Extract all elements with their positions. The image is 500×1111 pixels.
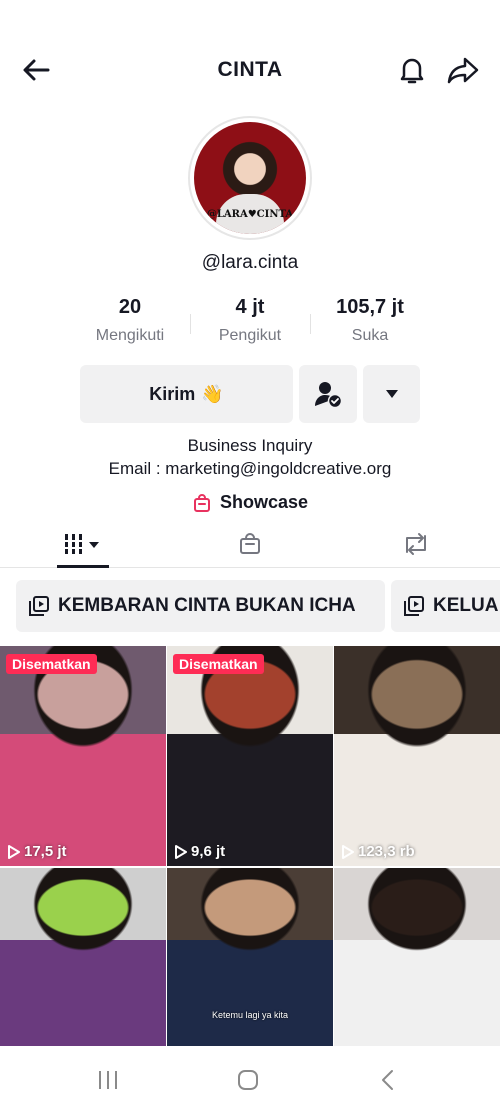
share-icon[interactable] bbox=[446, 54, 480, 86]
message-button-label: Kirim bbox=[149, 383, 196, 404]
bio-line: Business Inquiry bbox=[187, 436, 313, 455]
message-button[interactable]: Kirim 👋 bbox=[80, 365, 293, 423]
recent-apps-icon[interactable] bbox=[93, 1068, 123, 1092]
thumbnail-image bbox=[0, 868, 166, 1048]
tab-reposts[interactable] bbox=[396, 520, 436, 567]
repost-icon bbox=[406, 532, 426, 555]
thumbnail-image bbox=[167, 646, 333, 866]
video-thumbnail[interactable] bbox=[0, 868, 166, 1048]
showcase-link[interactable]: Showcase bbox=[0, 492, 500, 513]
play-icon bbox=[342, 844, 354, 859]
thumbnail-image bbox=[334, 868, 500, 1048]
tab-shop[interactable] bbox=[230, 520, 270, 567]
stat-label: Suka bbox=[351, 327, 389, 344]
view-count-value: 17,5 jt bbox=[24, 843, 67, 860]
user-check-icon bbox=[315, 382, 343, 409]
stat-label: Mengikuti bbox=[95, 327, 165, 344]
pinned-badge: Disematkan bbox=[6, 654, 97, 674]
thumbnail-image bbox=[334, 646, 500, 866]
stat-followers[interactable]: 4 jt Pengikut bbox=[190, 296, 310, 352]
wave-emoji: 👋 bbox=[201, 383, 224, 404]
grid-icon bbox=[63, 533, 99, 554]
stat-following[interactable]: 20 Mengikuti bbox=[70, 296, 190, 352]
stat-likes[interactable]: 105,7 jt Suka bbox=[310, 296, 430, 352]
playlist-item[interactable]: KELUA bbox=[391, 580, 500, 632]
thumbnail-image bbox=[167, 868, 333, 1048]
stat-value: 105,7 jt bbox=[336, 296, 404, 318]
playlist-row: KEMBARAN CINTA BUKAN ICHA KELUA bbox=[16, 580, 500, 632]
top-bar: CINTA bbox=[0, 40, 500, 100]
home-icon[interactable] bbox=[233, 1068, 263, 1092]
view-count: 17,5 jt bbox=[8, 843, 67, 860]
thumbnail-image bbox=[0, 646, 166, 866]
view-count-value: 9,6 jt bbox=[191, 843, 226, 860]
caret-down-icon bbox=[385, 390, 398, 398]
playlist-icon bbox=[29, 596, 49, 616]
showcase-label: Showcase bbox=[219, 492, 309, 512]
more-options-button[interactable] bbox=[363, 365, 420, 423]
avatar-caption: @LARA♥CINTA bbox=[206, 209, 294, 220]
avatar-image: @LARA♥CINTA bbox=[194, 122, 306, 234]
pinned-badge: Disematkan bbox=[173, 654, 264, 674]
video-thumbnail[interactable]: 123,3 rb bbox=[334, 646, 500, 866]
bio-email: Email : marketing@ingoldcreative.org bbox=[108, 459, 392, 478]
system-back-icon[interactable] bbox=[373, 1068, 403, 1092]
bio: Business Inquiry Email : marketing@ingol… bbox=[0, 434, 500, 480]
bag-icon bbox=[240, 532, 260, 554]
playlist-title: KEMBARAN CINTA BUKAN ICHA bbox=[58, 595, 356, 616]
content-tabs bbox=[0, 520, 500, 568]
avatar[interactable]: @LARA♥CINTA bbox=[188, 116, 312, 240]
playlist-item[interactable]: KEMBARAN CINTA BUKAN ICHA bbox=[16, 580, 385, 632]
video-thumbnail[interactable] bbox=[334, 868, 500, 1048]
playlist-icon bbox=[404, 596, 424, 616]
tab-videos[interactable] bbox=[57, 520, 109, 568]
stat-value: 20 bbox=[118, 296, 142, 318]
view-count-value: 123,3 rb bbox=[358, 843, 415, 860]
username: @lara.cinta bbox=[201, 252, 299, 273]
stat-label: Pengikut bbox=[218, 327, 282, 344]
video-thumbnail[interactable]: Disematkan 9,6 jt bbox=[167, 646, 333, 866]
bell-icon[interactable] bbox=[396, 54, 428, 86]
video-thumbnail[interactable]: Ketemu lagi ya kita bbox=[167, 868, 333, 1048]
play-icon bbox=[8, 844, 20, 859]
system-nav-bar bbox=[0, 1046, 500, 1111]
video-thumbnail[interactable]: Disematkan 17,5 jt bbox=[0, 646, 166, 866]
playlist-title: KELUA bbox=[433, 595, 499, 616]
play-icon bbox=[175, 844, 187, 859]
view-count: 9,6 jt bbox=[175, 843, 225, 860]
view-count: 123,3 rb bbox=[342, 843, 415, 860]
shopping-bag-icon bbox=[193, 493, 210, 512]
stat-value: 4 jt bbox=[235, 296, 265, 318]
following-status-button[interactable] bbox=[299, 365, 357, 423]
profile-stats: 20 Mengikuti 4 jt Pengikut 105,7 jt Suka bbox=[70, 296, 430, 352]
video-caption: Ketemu lagi ya kita bbox=[211, 1010, 289, 1020]
